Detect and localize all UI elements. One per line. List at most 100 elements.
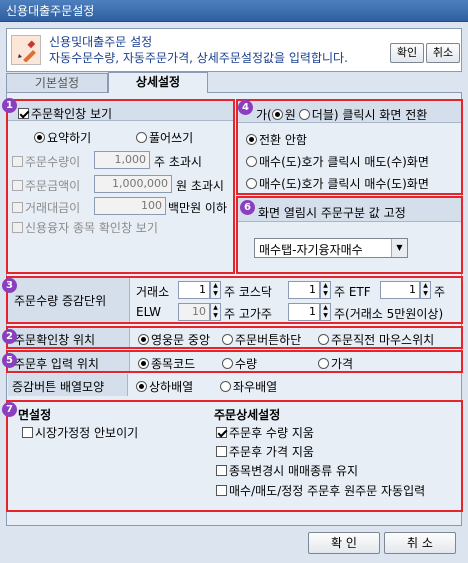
etf-label: 주 ETF	[334, 285, 371, 299]
section-increment-layout: 증감버튼 배열모양 상하배열 좌우배열	[8, 374, 461, 396]
info-cancel-button[interactable]: 취소	[426, 43, 460, 63]
hide-market-correction-label: 시장가정정 안보이기	[35, 426, 139, 440]
confirm-window-checkbox[interactable]	[18, 108, 29, 119]
badge-7: 7	[2, 402, 17, 417]
double-click-label: 더블)	[311, 108, 339, 122]
summary-radio[interactable]	[34, 132, 45, 143]
order-type-fix-title: 화면 열림시 주문구분 값 고정	[258, 206, 406, 220]
expand-radio[interactable]	[136, 132, 147, 143]
switch-same-radio[interactable]	[246, 178, 257, 189]
amount-limit-label: 주문금액이	[25, 179, 81, 193]
exchange-qty-input[interactable]: 1	[178, 281, 210, 299]
click-title-pre: 가(	[256, 108, 272, 122]
cancel-button[interactable]: 취 소	[384, 532, 456, 554]
high-price-unit: 주(거래소 5만원이상)	[334, 307, 444, 321]
etf-spin[interactable]: ▲ ▼	[420, 281, 431, 299]
section-screen-settings: 면설정 시장가정정 안보이기 주문상세설정 주문후 수량 지움 주문후 가격 지…	[6, 400, 463, 512]
hide-market-correction-checkbox[interactable]	[22, 427, 33, 438]
keep-trade-type-checkbox[interactable]	[216, 465, 227, 476]
trade-value-input[interactable]: 100	[94, 197, 166, 215]
expand-label: 풀어쓰기	[149, 131, 194, 145]
qty-limit-input[interactable]: 1,000	[94, 151, 150, 169]
screen-settings-title: 면설정	[18, 408, 52, 422]
position-center-radio[interactable]	[138, 334, 149, 345]
kosdaq-spin[interactable]: ▲ ▼	[320, 281, 331, 299]
kosdaq-qty-input[interactable]: 1	[288, 281, 320, 299]
single-click-radio[interactable]	[271, 109, 283, 120]
increment-layout-label: 증감버튼 배열모양	[12, 380, 105, 394]
input-code-radio[interactable]	[138, 358, 149, 369]
section-input-position: 주문후 입력 위치 종목코드 수량 가격	[6, 350, 463, 373]
etf-unit: 주	[434, 285, 446, 299]
title-bar: 신용대출주문설정	[0, 0, 468, 22]
confirm-position-label: 주문확인창 위치	[14, 333, 96, 347]
info-line2: 자동수문수량, 자동주문가격, 상세주문설정값을 입력합니다.	[49, 51, 348, 65]
elw-spin[interactable]: ▲ ▼	[210, 303, 221, 321]
exchange-spin[interactable]: ▲ ▼	[210, 281, 221, 299]
switch-opposite-radio[interactable]	[246, 156, 257, 167]
info-ok-button[interactable]: 확인	[390, 43, 424, 63]
section-order-type-fix: 화면 열림시 주문구분 값 고정 매수탭-자기융자매수 ▼	[236, 196, 463, 274]
kosdaq-label: 주 코스닥	[224, 285, 272, 299]
position-button-radio[interactable]	[222, 334, 233, 345]
auto-input-original-label: 매수/매도/정정 주문후 원주문 자동입력	[229, 484, 426, 498]
tab-basic[interactable]: 기본설정	[6, 73, 108, 93]
qty-limit-unit: 주 초과시	[154, 155, 202, 169]
input-price-radio[interactable]	[318, 358, 329, 369]
horizontal-layout-radio[interactable]	[220, 381, 231, 392]
badge-5: 5	[2, 353, 17, 368]
no-switch-radio[interactable]	[246, 134, 257, 145]
credit-confirm-checkbox[interactable]	[12, 222, 23, 233]
order-detail-title: 주문상세설정	[214, 408, 281, 422]
badge-2: 2	[2, 329, 17, 344]
exchange-label: 거래소	[136, 285, 170, 299]
qty-limit-checkbox[interactable]	[12, 156, 23, 167]
position-center-label: 영웅문 중앙	[151, 333, 211, 347]
keep-trade-type-label: 종목변경시 매매종류 유지	[229, 464, 359, 478]
high-price-spin[interactable]: ▲ ▼	[320, 303, 331, 321]
input-code-label: 종목코드	[151, 357, 196, 371]
qty-increment-label: 주문수량 증감단위	[14, 294, 107, 308]
credit-confirm-label: 신용융자 종목 확인창 보기	[25, 221, 158, 235]
window-title: 신용대출주문설정	[6, 4, 95, 18]
pencil-icon	[11, 35, 41, 65]
switch-same-label: 매수(도)호가 클릭시 매수(도)화면	[259, 177, 429, 191]
summary-label: 요약하기	[47, 131, 92, 145]
trade-value-checkbox[interactable]	[12, 202, 23, 213]
order-type-select[interactable]: 매수탭-자기융자매수 ▼	[254, 238, 408, 258]
position-mouse-radio[interactable]	[318, 334, 329, 345]
switch-opposite-label: 매수(도)호가 클릭시 매도(수)화면	[259, 155, 429, 169]
input-qty-label: 수량	[235, 357, 258, 371]
confirm-window-label: 주문확인창 보기	[31, 107, 113, 121]
elw-qty-input[interactable]: 10	[178, 303, 210, 321]
tab-detail[interactable]: 상세설정	[108, 72, 208, 93]
section-confirm-position: 주문확인창 위치 영웅문 중앙 주문버튼하단 주문직전 마우스위치	[6, 326, 463, 349]
section-click-switch: 가(원 더블) 클릭시 화면 전환 전환 안함 매수(도)호가 클릭시 매도(수)…	[236, 99, 463, 195]
high-price-qty-input[interactable]: 1	[288, 303, 320, 321]
badge-6: 6	[240, 200, 255, 215]
trade-value-unit: 백만원 이하	[168, 201, 228, 215]
input-qty-radio[interactable]	[222, 358, 233, 369]
input-price-label: 가격	[331, 357, 354, 371]
clear-price-label: 주문후 가격 지움	[229, 445, 314, 459]
clear-qty-checkbox[interactable]	[216, 427, 227, 438]
qty-limit-label: 주문수량이	[25, 155, 81, 169]
amount-limit-unit: 원 초과시	[176, 179, 224, 193]
amount-limit-checkbox[interactable]	[12, 180, 23, 191]
position-mouse-label: 주문직전 마우스위치	[331, 333, 435, 347]
amount-limit-input[interactable]: 1,000,000	[94, 175, 172, 193]
chevron-down-icon[interactable]: ▼	[391, 239, 407, 257]
horizontal-layout-label: 좌우배열	[233, 380, 278, 394]
vertical-layout-radio[interactable]	[136, 381, 147, 392]
double-click-radio[interactable]	[298, 109, 310, 120]
ok-button[interactable]: 확 인	[308, 532, 380, 554]
info-box: 신용및대출주문 설정 자동수문수량, 자동주문가격, 상세주문설정값을 입력합니…	[6, 28, 462, 72]
clear-price-checkbox[interactable]	[216, 446, 227, 457]
etf-qty-input[interactable]: 1	[380, 281, 420, 299]
info-line1: 신용및대출주문 설정	[49, 35, 153, 49]
badge-3: 3	[2, 278, 17, 293]
auto-input-original-checkbox[interactable]	[216, 485, 227, 496]
order-type-select-value: 매수탭-자기융자매수	[259, 243, 363, 257]
click-title-post: 클릭시 화면 전환	[342, 108, 428, 122]
high-price-label: 주 고가주	[224, 307, 272, 321]
